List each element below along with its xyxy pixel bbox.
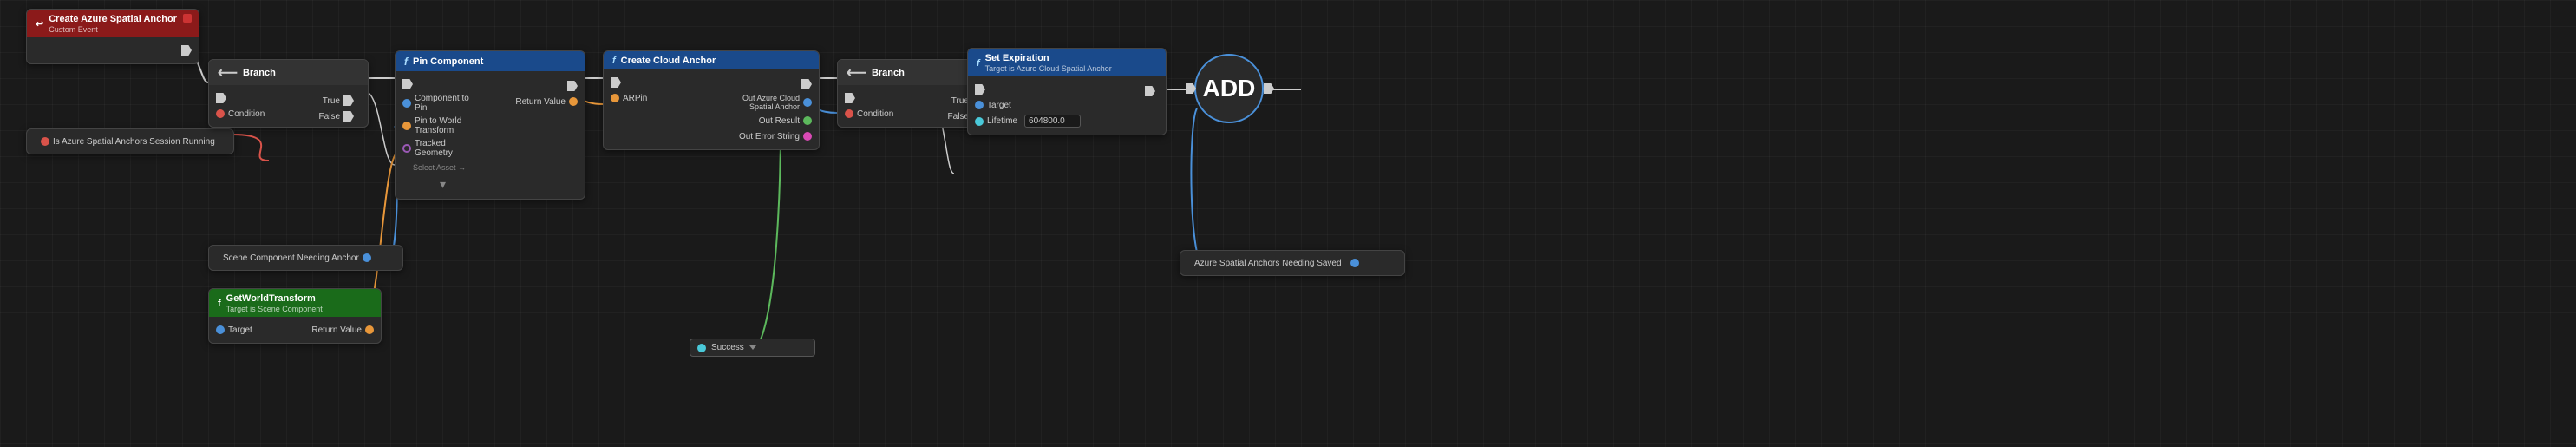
gwt-target-in: Target xyxy=(209,322,295,338)
get-world-transform-icon: f xyxy=(218,299,221,309)
scene-component-node: Scene Component Needing Anchor xyxy=(208,245,403,271)
se-exec-in xyxy=(968,82,1138,97)
branch2-icon: ⟵ xyxy=(847,64,866,82)
cca-exec-out xyxy=(711,76,819,92)
se-lifetime-in: Lifetime xyxy=(968,113,1138,129)
success-node[interactable]: Success xyxy=(690,339,815,357)
set-expiration-header: f Set Expiration Target is Azure Cloud S… xyxy=(968,49,1166,76)
is-running-pin xyxy=(41,137,49,146)
pc-exec-out xyxy=(490,78,585,94)
get-world-transform-header: f GetWorldTransform Target is Scene Comp… xyxy=(209,289,381,317)
add-exec-in xyxy=(1186,83,1196,94)
custom-event-title: Create Azure Spatial Anchor xyxy=(49,14,177,24)
se-lifetime-value[interactable] xyxy=(1024,115,1081,128)
cca-out-error: Out Error String xyxy=(711,128,819,144)
set-expiration-title: Set Expiration xyxy=(985,53,1112,63)
scene-component-pin xyxy=(363,253,371,262)
is-running-row: Is Azure Spatial Anchors Session Running xyxy=(34,134,226,149)
pin-component-title: Pin Component xyxy=(413,56,483,67)
gwt-return-out: Return Value xyxy=(295,322,381,338)
is-running-label: Is Azure Spatial Anchors Session Running xyxy=(53,137,215,147)
add-exec-out xyxy=(1264,83,1274,94)
success-dropdown-arrow[interactable] xyxy=(749,345,756,350)
pc-select-asset: Select Asset → xyxy=(396,160,490,175)
pc-exec-in xyxy=(396,76,490,92)
pin-component-node: f Pin Component Component to Pin Pin to … xyxy=(395,50,585,200)
add-label: ADD xyxy=(1203,75,1256,102)
create-cloud-anchor-icon: f xyxy=(612,56,616,66)
custom-event-node: ↩ Create Azure Spatial Anchor Custom Eve… xyxy=(26,9,199,64)
branch1-true-out: True xyxy=(312,93,361,108)
branch1-node: ⟵ Branch Condition True False xyxy=(208,59,369,128)
custom-event-subtitle: Custom Event xyxy=(49,25,177,34)
get-world-transform-node: f GetWorldTransform Target is Scene Comp… xyxy=(208,288,382,344)
pc-return-out: Return Value xyxy=(490,94,585,109)
pin-component-header: f Pin Component xyxy=(396,51,585,71)
custom-event-header: ↩ Create Azure Spatial Anchor Custom Eve… xyxy=(27,10,199,37)
create-cloud-anchor-title: Create Cloud Anchor xyxy=(621,56,716,66)
create-cloud-anchor-header: f Create Cloud Anchor xyxy=(604,51,819,69)
cca-out-azure: Out Azure Cloud Spatial Anchor xyxy=(711,92,819,113)
branch1-header: ⟵ Branch xyxy=(209,60,368,85)
pin-component-icon: f xyxy=(404,56,408,68)
scene-component-row: Scene Component Needing Anchor xyxy=(216,250,396,266)
azure-needing-saved-label: Azure Spatial Anchors Needing Saved xyxy=(1194,259,1342,268)
se-exec-out xyxy=(1138,83,1162,99)
cca-exec-in xyxy=(604,75,711,90)
set-expiration-icon: f xyxy=(977,58,980,69)
cca-arpin-in: ARPin xyxy=(604,90,711,106)
get-world-transform-subtitle: Target is Scene Component xyxy=(226,305,323,313)
pc-component-in: Component to Pin xyxy=(396,92,490,115)
set-expiration-subtitle: Target is Azure Cloud Spatial Anchor xyxy=(985,64,1112,73)
create-cloud-anchor-node: f Create Cloud Anchor ARPin Out Azure Cl… xyxy=(603,50,820,150)
custom-event-exec-out xyxy=(27,43,199,58)
is-running-node: Is Azure Spatial Anchors Session Running xyxy=(26,128,234,154)
se-target-in: Target xyxy=(968,97,1138,113)
azure-needing-saved-pin xyxy=(1350,259,1359,267)
pc-world-transform-in: Pin to World Transform xyxy=(396,115,490,137)
branch1-false-out: False xyxy=(312,108,361,124)
branch2-title: Branch xyxy=(872,68,905,78)
scene-component-label: Scene Component Needing Anchor xyxy=(223,253,359,263)
azure-needing-saved-row: Azure Spatial Anchors Needing Saved xyxy=(1187,255,1397,271)
success-label: Success xyxy=(711,343,744,352)
get-world-transform-title: GetWorldTransform xyxy=(226,293,323,304)
cca-out-result: Out Result xyxy=(711,113,819,128)
pc-tracked-geometry-in: Tracked Geometry xyxy=(396,137,490,160)
add-node[interactable]: ADD xyxy=(1194,54,1264,123)
azure-needing-saved-node: Azure Spatial Anchors Needing Saved xyxy=(1180,250,1405,276)
custom-event-icon: ↩ xyxy=(36,18,43,30)
branch1-title: Branch xyxy=(243,68,276,78)
set-expiration-node: f Set Expiration Target is Azure Cloud S… xyxy=(967,48,1167,135)
branch1-icon: ⟵ xyxy=(218,64,238,82)
